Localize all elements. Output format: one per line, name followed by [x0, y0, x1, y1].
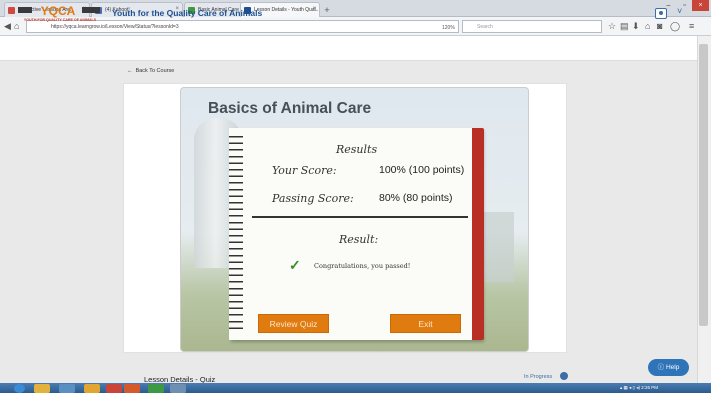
- menu-icon[interactable]: ≡: [689, 21, 694, 31]
- site-header: [0, 36, 697, 61]
- logo-subtext: YOUTH FOR QUALITY CARE OF ANIMALS: [24, 18, 97, 22]
- tab-favicon: [8, 7, 15, 14]
- result-message: Congratulations, you passed!: [314, 262, 411, 270]
- progress-icon: [560, 372, 568, 380]
- browser-nav-bar: ◀ ⌂ https://yqca.learngrow.io/Lesson/Vie…: [0, 17, 711, 36]
- site-title: Youth for the Quality Care of Animals: [112, 8, 263, 18]
- scrollbar-thumb[interactable]: [699, 44, 708, 326]
- logo-text: YQCA: [41, 4, 76, 18]
- pocket-icon[interactable]: ◙: [657, 21, 662, 31]
- question-icon: ⓘ: [657, 364, 665, 371]
- start-button-icon[interactable]: [14, 384, 25, 393]
- search-input[interactable]: Search: [462, 20, 602, 33]
- zoom-level: 120%: [442, 25, 455, 31]
- arrow-left-icon: ←: [127, 68, 133, 74]
- folder-icon[interactable]: [84, 384, 100, 393]
- results-divider: [252, 216, 468, 218]
- review-quiz-button[interactable]: Review Quiz: [258, 314, 329, 333]
- star-icon[interactable]: ☆: [608, 21, 616, 31]
- back-arrow-icon[interactable]: ◀: [4, 21, 11, 31]
- back-link-label: Back To Course: [135, 68, 175, 74]
- sync-icon[interactable]: ◯: [670, 21, 680, 31]
- notebook-spiral: [229, 133, 243, 333]
- your-score-value: 100% (100 points): [379, 164, 465, 176]
- window-close-button[interactable]: ×: [692, 0, 709, 11]
- download-icon[interactable]: ⬇: [632, 21, 640, 31]
- exit-button[interactable]: Exit: [390, 314, 461, 333]
- browser-tab-bar: Interactive Lessons Are... × (4) Kahoot!…: [0, 0, 711, 17]
- help-label: Help: [665, 364, 680, 371]
- status-badge: In Progress: [524, 374, 553, 380]
- help-button[interactable]: ⓘ Help: [648, 359, 689, 376]
- search-placeholder: Search: [477, 24, 493, 30]
- passing-score-label: Passing Score:: [272, 192, 354, 205]
- app-icon[interactable]: [170, 384, 186, 393]
- clock: 2:26 PM: [641, 385, 659, 390]
- your-score-label: Your Score:: [272, 164, 337, 177]
- home-icon[interactable]: ⌂: [645, 21, 650, 31]
- file-explorer-icon[interactable]: [34, 384, 50, 393]
- excel-icon[interactable]: [148, 384, 164, 393]
- yqca-logo[interactable]: YQCA YOUTH FOR QUALITY CARE OF ANIMALS: [18, 4, 102, 22]
- results-heading: Results: [336, 143, 378, 156]
- new-tab-button[interactable]: +: [322, 5, 332, 15]
- media-player-icon[interactable]: [106, 384, 122, 393]
- checkmark-icon: ✓: [289, 257, 301, 273]
- url-text: https://yqca.learngrow.io/Lesson/View/St…: [51, 24, 179, 30]
- system-tray: ▴ ▦ ◂ ▯ ◂) 2:26 PM: [620, 384, 658, 392]
- reading-list-icon[interactable]: ▤: [620, 21, 629, 31]
- home-icon[interactable]: ⌂: [14, 21, 19, 31]
- user-profile-icon[interactable]: [655, 8, 667, 19]
- tray-icons: ▴ ▦ ◂ ▯ ◂): [620, 385, 641, 390]
- lesson-title: Basics of Animal Care: [208, 100, 372, 117]
- close-icon[interactable]: ×: [312, 6, 316, 12]
- internet-explorer-icon[interactable]: [59, 384, 75, 393]
- firefox-icon[interactable]: [124, 384, 140, 393]
- tab-label: Lesson Details - Youth Qual...: [254, 7, 320, 13]
- back-to-course-link[interactable]: ← Back To Course: [127, 68, 174, 74]
- result-label: Result:: [339, 233, 379, 246]
- notebook-cover-edge: [472, 128, 484, 340]
- chevron-down-icon[interactable]: ˅: [677, 6, 682, 16]
- passing-score-value: 80% (80 points): [379, 192, 453, 204]
